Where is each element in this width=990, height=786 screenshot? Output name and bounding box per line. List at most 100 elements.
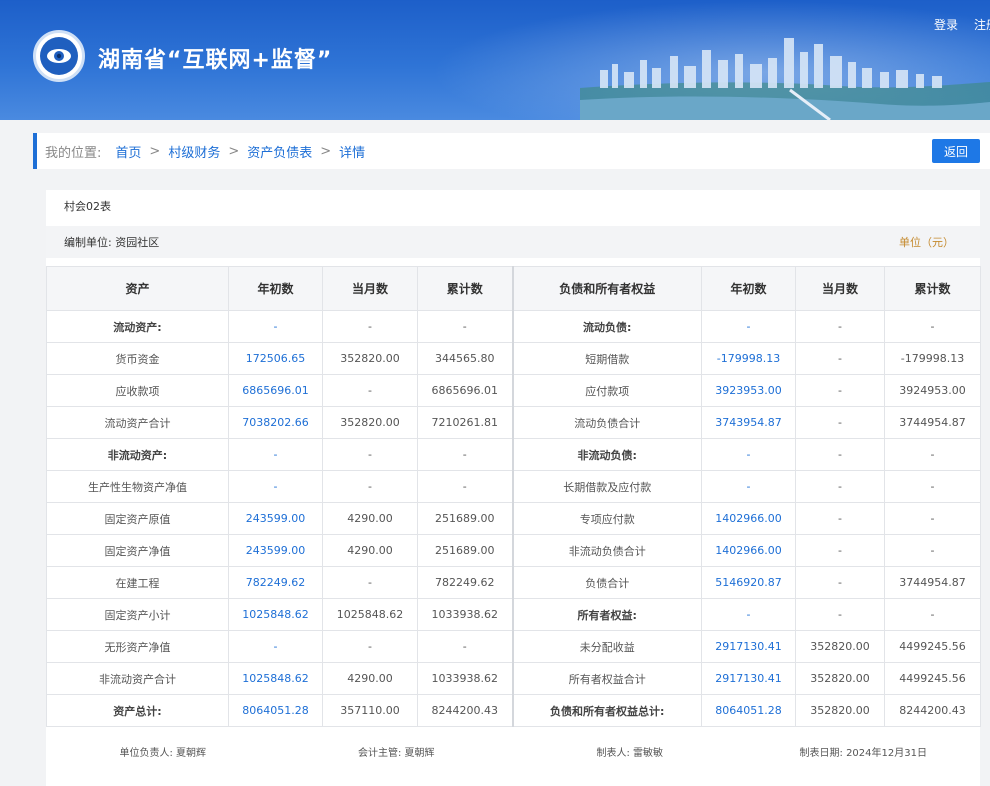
table-cell: 流动负债合计	[511, 406, 702, 439]
breadcrumb-village-finance[interactable]: 村级财务	[168, 142, 220, 161]
table-cell[interactable]: 6865696.01	[228, 374, 323, 407]
table-cell: 4290.00	[322, 502, 418, 535]
table-cell[interactable]: 2917130.41	[701, 630, 796, 663]
table-cell: 专项应付款	[511, 502, 702, 535]
table-cell: 3744954.87	[884, 566, 981, 599]
back-button[interactable]: 返回	[932, 139, 980, 163]
table-cell[interactable]: 243599.00	[228, 502, 323, 535]
table-row: 固定资产净值 243599.00 4290.00 251689.00 非流动负债合计 14…	[46, 534, 981, 567]
report-date: 制表日期: 2024年12月31日	[799, 748, 927, 759]
table-cell: 7210261.81	[417, 406, 513, 439]
table-cell: 短期借款	[511, 342, 702, 375]
table-cell: -	[701, 598, 796, 631]
table-cell[interactable]: 2917130.41	[701, 662, 796, 695]
table-cell: -	[228, 470, 323, 503]
col-header: 当月数	[322, 266, 418, 311]
breadcrumb-home[interactable]: 首页	[115, 142, 141, 161]
top-links: 登录 注册	[934, 16, 990, 33]
table-cell: 1033938.62	[417, 662, 513, 695]
table-cell[interactable]: 5146920.87	[701, 566, 796, 599]
table-cell: 352820.00	[322, 342, 418, 375]
table-cell: -	[417, 438, 513, 471]
table-row: 流动资产合计 7038202.66 352820.00 7210261.81 流动负债合…	[46, 406, 981, 439]
table-cell: -	[795, 598, 885, 631]
login-link[interactable]: 登录	[934, 16, 958, 33]
table-cell: -	[228, 438, 323, 471]
table-cell[interactable]: 1402966.00	[701, 534, 796, 567]
unit-bar: 编制单位: 资园社区 单位（元）	[46, 226, 980, 258]
table-cell[interactable]: 8064051.28	[228, 694, 323, 727]
table-row: 应收款项 6865696.01-6865696.01 应付款项 3923953.00-…	[46, 374, 981, 407]
table-cell: 无形资产净值	[46, 630, 229, 663]
table-cell: -	[322, 566, 418, 599]
breadcrumb-separator: >	[228, 143, 240, 159]
breadcrumb-separator: >	[320, 143, 332, 159]
col-header: 当月数	[795, 266, 885, 311]
table-cell[interactable]: 8064051.28	[701, 694, 796, 727]
table-cell[interactable]: 7038202.66	[228, 406, 323, 439]
table-cell: -179998.13	[884, 342, 981, 375]
table-cell: 4290.00	[322, 534, 418, 567]
table-cell: -	[795, 438, 885, 471]
table-cell: 应付款项	[511, 374, 702, 407]
unit-leader: 单位负责人: 夏朝辉	[119, 748, 207, 759]
table-cell: -	[795, 342, 885, 375]
register-link[interactable]: 注册	[974, 16, 990, 33]
table-cell: -	[701, 310, 796, 343]
table-cell: 3924953.00	[884, 374, 981, 407]
col-header: 年初数	[228, 266, 323, 311]
col-header: 年初数	[701, 266, 796, 311]
form-number: 村会02表	[64, 200, 111, 213]
table-cell[interactable]: 1025848.62	[228, 598, 323, 631]
table-cell: -	[701, 470, 796, 503]
currency-unit: 单位（元）	[899, 236, 954, 249]
site-header: 湖南省“互联网+监督” 登录 注册	[0, 0, 990, 120]
breadcrumb-balance-sheet[interactable]: 资产负债表	[247, 142, 312, 161]
table-cell: 非流动负债:	[511, 438, 702, 471]
col-header: 累计数	[417, 266, 513, 311]
table-cell: -	[322, 310, 418, 343]
table-cell: 4290.00	[322, 662, 418, 695]
table-cell: -	[701, 438, 796, 471]
table-cell[interactable]: 3923953.00	[701, 374, 796, 407]
table-cell[interactable]: -179998.13	[701, 342, 796, 375]
table-cell: 6865696.01	[417, 374, 513, 407]
table-cell[interactable]: 1402966.00	[701, 502, 796, 535]
table-cell: -	[228, 630, 323, 663]
col-header: 资产	[46, 266, 229, 311]
balance-sheet-card: 村会02表 编制单位: 资园社区 单位（元） 资产 年初数 当月数 累计数 负债…	[46, 190, 981, 786]
table-row: 货币资金 172506.65 352820.00 344565.80 短期借款 -1799…	[46, 342, 981, 375]
table-cell: 8244200.43	[884, 694, 981, 727]
table-cell[interactable]: 1025848.62	[228, 662, 323, 695]
table-cell: -	[322, 630, 418, 663]
table-row: 固定资产原值 243599.00 4290.00 251689.00 专项应付款 1402…	[46, 502, 981, 535]
table-cell: 非流动资产:	[46, 438, 229, 471]
table-cell: 4499245.56	[884, 662, 981, 695]
breadcrumb-separator: >	[149, 143, 161, 159]
col-header: 累计数	[884, 266, 981, 311]
table-cell: -	[884, 438, 981, 471]
table-cell: 所有者权益合计	[511, 662, 702, 695]
table-cell: -	[322, 470, 418, 503]
table-row: 资产总计: 8064051.28 357110.00 8244200.43 负债和所有者…	[46, 694, 981, 727]
table-cell[interactable]: 243599.00	[228, 534, 323, 567]
table-row: 无形资产净值 - - - 未分配收益 2917130.41 352820.00 4499245…	[46, 630, 981, 663]
table-cell: 352820.00	[795, 630, 885, 663]
table-cell: 非流动资产合计	[46, 662, 229, 695]
table-cell[interactable]: 782249.62	[228, 566, 323, 599]
org-name: 编制单位: 资园社区	[64, 236, 160, 249]
table-cell: 4499245.56	[884, 630, 981, 663]
table-cell: 固定资产原值	[46, 502, 229, 535]
table-cell: 流动负债:	[511, 310, 702, 343]
table-cell: -	[884, 534, 981, 567]
table-cell[interactable]: 172506.65	[228, 342, 323, 375]
table-cell: 352820.00	[322, 406, 418, 439]
table-cell: 8244200.43	[417, 694, 513, 727]
breadcrumb-detail[interactable]: 详情	[339, 142, 365, 161]
table-cell[interactable]: 3743954.87	[701, 406, 796, 439]
accounting-supervisor: 会计主管: 夏朝辉	[357, 748, 435, 759]
table-row: 非流动资产: - - - 非流动负债: - - -	[46, 438, 981, 471]
site-logo[interactable]	[33, 30, 85, 82]
table-cell: -	[322, 438, 418, 471]
table-cell: -	[417, 310, 513, 343]
